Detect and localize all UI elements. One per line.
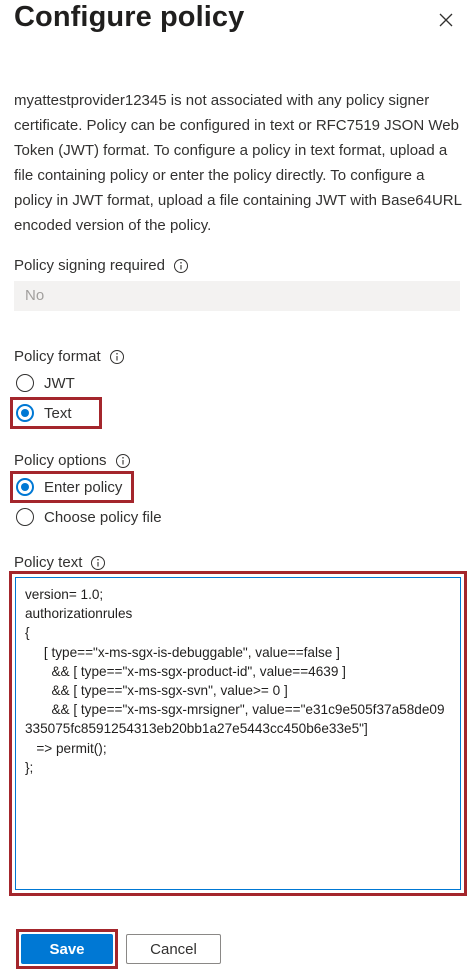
radio-jwt[interactable]: JWT: [16, 374, 75, 392]
radio-text-label: Text: [44, 404, 72, 422]
cancel-button[interactable]: Cancel: [126, 934, 221, 964]
save-button[interactable]: Save: [21, 934, 113, 964]
signing-required-field: No: [14, 281, 460, 311]
radio-text[interactable]: Text: [16, 404, 72, 422]
radio-jwt-label: JWT: [44, 374, 75, 392]
radio-checked[interactable]: [16, 404, 34, 422]
policy-options-label: Policy options: [14, 452, 107, 469]
radio-enter-policy-label: Enter policy: [44, 478, 123, 496]
radio-choose-policy-file-label: Choose policy file: [44, 508, 162, 526]
radio-unchecked[interactable]: [16, 508, 34, 526]
policy-format-label-row: Policy format: [14, 348, 125, 365]
signing-required-label-row: Policy signing required: [14, 257, 189, 274]
radio-unchecked[interactable]: [16, 374, 34, 392]
signing-required-label: Policy signing required: [14, 257, 165, 274]
policy-text-input[interactable]: version= 1.0; authorizationrules { [ typ…: [15, 577, 461, 890]
policy-text-label-row: Policy text: [14, 554, 106, 571]
radio-enter-policy[interactable]: Enter policy: [16, 478, 122, 496]
close-button[interactable]: [434, 8, 458, 32]
info-icon[interactable]: [90, 555, 106, 571]
radio-choose-policy-file[interactable]: Choose policy file: [16, 508, 162, 526]
info-icon[interactable]: [109, 349, 125, 365]
info-icon[interactable]: [173, 258, 189, 274]
close-icon: [439, 13, 453, 27]
policy-options-label-row: Policy options: [14, 452, 131, 469]
info-icon[interactable]: [115, 453, 131, 469]
radio-checked[interactable]: [16, 478, 34, 496]
policy-format-label: Policy format: [14, 348, 101, 365]
configure-policy-panel: Configure policy myattestprovider12345 i…: [0, 0, 474, 973]
page-title: Configure policy: [14, 1, 245, 33]
policy-text-label: Policy text: [14, 554, 83, 571]
policy-description: myattestprovider12345 is not associated …: [14, 92, 462, 234]
